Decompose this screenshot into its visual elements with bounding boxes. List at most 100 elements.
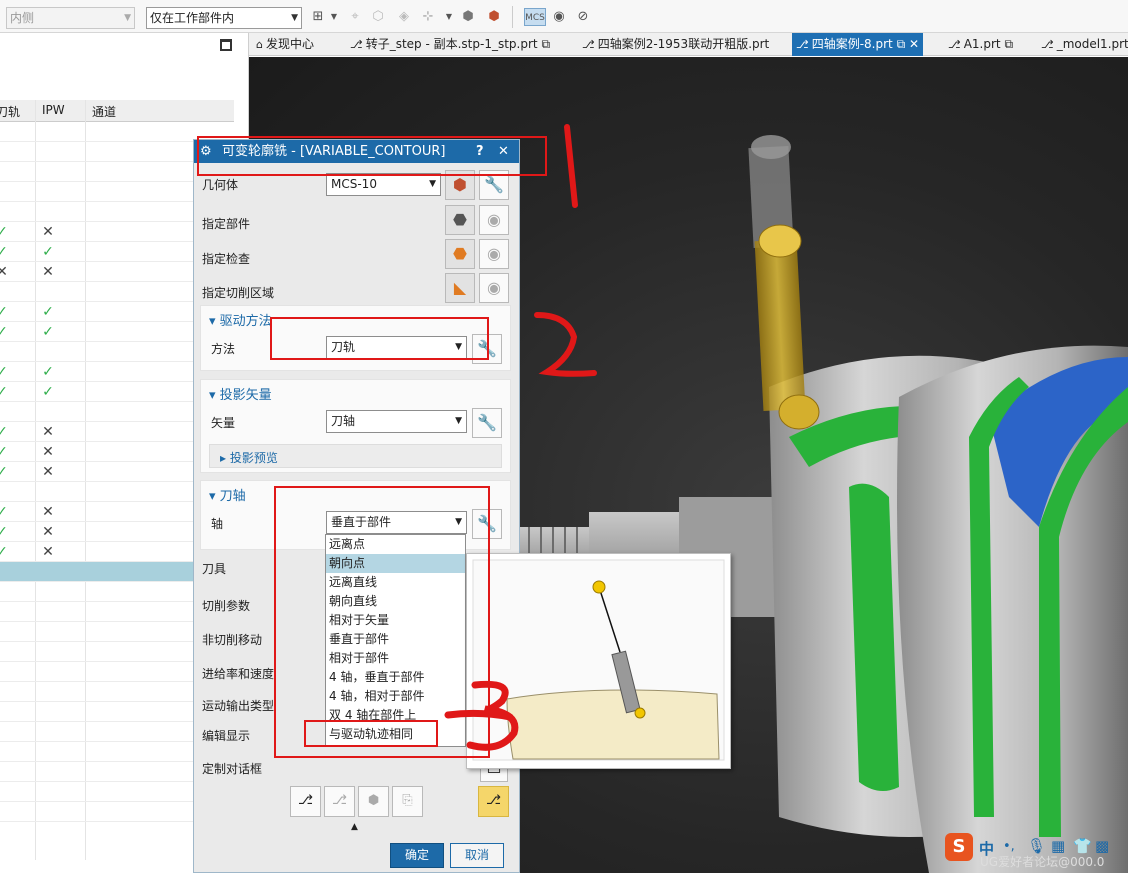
dropdown-arrow-icon[interactable]: ▼ [325,8,343,26]
display-eye-icon[interactable]: ◉ [479,239,509,269]
mcs-display-icon[interactable]: MCS [524,8,546,26]
path-status-check-icon: ✓ [0,323,12,341]
path-status-cross-icon [0,783,12,801]
type-filter-dropdown[interactable]: 内侧 ▼ [6,7,135,29]
part-icon: ⎇ [582,38,595,51]
display-eye-icon[interactable]: ◉ [479,205,509,235]
part-cube-icon[interactable]: ⬢ [485,8,503,26]
tab-rotor-step[interactable]: ⎇ 转子_step - 副本.stp-1_stp.prt ⧉ [350,33,550,56]
path-status-check-icon: ✓ [0,443,12,461]
ipw-status-check-icon: ✓ [42,304,54,320]
select-icon[interactable]: ⌖ [346,8,364,26]
file-modified-icon: ⧉ [541,37,551,51]
toolbar-separator [512,6,513,28]
ipw-status-cross-icon [38,123,58,141]
non-cut-moves-label[interactable]: 非切削移动 [202,631,262,648]
list-path-icon[interactable]: ⎘ [392,786,423,817]
dropdown-arrow-icon[interactable]: ▼ [440,8,458,26]
ipw-status-cross-icon [38,563,58,581]
ipw-status-cross-icon: ✕ [42,544,54,560]
tab-a1[interactable]: ⎇ A1.prt ⧉ [948,33,1013,56]
column-header-ipw[interactable]: IPW [42,103,65,117]
ime-punctuation-icon[interactable]: •, [1003,839,1015,854]
annotation-3-mark [444,680,519,751]
customize-dialog-label[interactable]: 定制对话框 [202,760,262,777]
maximize-icon[interactable] [220,39,232,51]
ime-logo-icon[interactable]: S [945,833,973,861]
path-status-check-icon: ✓ [0,243,12,261]
path-status-cross-icon [0,163,12,181]
path-status-cross-icon [0,283,12,301]
column-header-channel[interactable]: 通道 [92,103,116,120]
tab-four-axis-case8[interactable]: ⎇ 四轴案例-8.prt ⧉ ✕ [792,33,924,56]
tab-discovery[interactable]: ⌂ 发现中心 [256,33,314,56]
top-toolbar: 内侧 ▼ 仅在工作部件内 ▼ ⊞ ▼ ⌖ ⬡ ◈ ⊹ ▼ ⬢ ⬢ MCS ◉ ⊘ [0,0,1128,33]
path-status-cross-icon [0,743,12,761]
geometry-label: 几何体 [202,178,239,192]
ipw-status-cross-icon [38,483,58,501]
preview-tool-tip [634,707,646,719]
selection-scope-dropdown[interactable]: 仅在工作部件内 ▼ [146,7,302,29]
path-status-cross-icon [0,203,12,221]
path-status-cross-icon [0,563,12,581]
cut-params-label[interactable]: 切削参数 [202,597,250,614]
path-status-cross-icon [0,583,12,601]
hide-eye-icon[interactable]: ⊘ [574,8,592,26]
display-eye-icon[interactable]: ◉ [479,273,509,303]
path-status-check-icon: ✓ [0,363,12,381]
path-status-cross-icon: ✕ [0,263,12,281]
projection-vector-dropdown[interactable]: 刀轴 ▼ [326,410,467,433]
projection-vector-title[interactable]: ▾ 投影矢量 [209,384,272,403]
path-status-cross-icon [0,683,12,701]
projection-preview-label: ▸ 投影预览 [220,451,278,465]
ipw-status-check-icon: ✓ [42,324,54,340]
part-body-icon[interactable]: ⬣ [445,205,475,235]
path-status-cross-icon [0,123,12,141]
ipw-status-cross-icon: ✕ [42,224,54,240]
point-snap-icon[interactable]: ⊹ [419,8,437,26]
part-icon: ⎇ [796,38,809,51]
show-eye-icon[interactable]: ◉ [550,8,568,26]
generate-path-icon[interactable]: ⎇ [290,786,321,817]
cube-icon[interactable]: ⬢ [459,8,477,26]
cancel-button[interactable]: 取消 [450,843,504,868]
geometry-dropdown[interactable]: MCS-10 ▼ [326,173,441,196]
path-status-cross-icon [0,483,12,501]
method-label: 方法 [211,342,236,356]
vector-label: 矢量 [211,416,236,430]
file-tabs: ⌂ 发现中心 ⎇ 转子_step - 副本.stp-1_stp.prt ⧉ ⎇ 四轴案… [249,33,1128,56]
ipw-status-cross-icon: ✕ [42,444,54,460]
tab-close-icon[interactable]: ✕ [909,37,919,51]
ipw-status-check-icon: ✓ [42,244,54,260]
specify-cut-area-label: 指定切削区域 [202,286,275,300]
feeds-speeds-label[interactable]: 进给率和速度 [202,665,274,682]
projection-preview-row[interactable]: ▸ 投影预览 [209,444,502,468]
hexagon-icon[interactable]: ⬡ [369,8,387,26]
replay-path-icon[interactable]: ⎇ [324,786,355,817]
tab-model1[interactable]: ⎇ _model1.prt [1041,33,1128,56]
path-status-cross-icon [0,403,12,421]
plus-path-icon[interactable]: ⎇ [478,786,509,817]
cut-area-icon[interactable]: ◣ [445,273,475,303]
tab-four-axis-case2[interactable]: ⎇ 四轴案例2-1953联动开粗版.prt [582,33,769,56]
vector-wrench-icon[interactable]: 🔧 [472,408,502,438]
tool-axis-title[interactable]: ▾ 刀轴 [209,485,246,504]
column-header-path[interactable]: 刀轨 [0,103,20,120]
tool-group-label[interactable]: 刀具 [202,560,226,577]
verify-path-icon[interactable]: ⬢ [358,786,389,817]
ok-button[interactable]: 确定 [390,843,444,868]
ipw-status-check-icon: ✓ [42,384,54,400]
edit-display-label[interactable]: 编辑显示 [202,727,250,744]
collapse-up-icon[interactable]: ▲ [351,822,358,832]
check-body-icon[interactable]: ⬣ [445,239,475,269]
ipw-status-cross-icon [38,343,58,361]
annotation-box-same-as-drive [304,720,438,747]
path-status-check-icon: ✓ [0,463,12,481]
drive-method-title[interactable]: ▾ 驱动方法 [209,310,272,329]
path-status-check-icon: ✓ [0,543,12,561]
path-status-check-icon: ✓ [0,523,12,541]
motion-output-label[interactable]: 运动输出类型 [202,697,274,714]
face-select-icon[interactable]: ◈ [395,8,413,26]
annotation-2-mark [534,312,597,377]
path-status-check-icon: ✓ [0,423,12,441]
